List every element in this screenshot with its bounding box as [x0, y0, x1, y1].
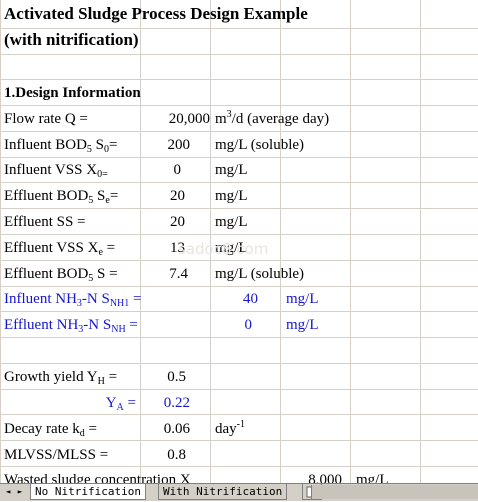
value-effluent-ss[interactable]: 20: [140, 213, 185, 231]
label-ya: YA =: [105, 395, 136, 413]
unit-influent-bod: mg/L (soluble): [215, 137, 305, 153]
unit-wasted-sludge: mg/L: [356, 472, 389, 483]
unit-flow-rate: m3/d (average day): [215, 109, 330, 128]
label-flow-rate: Flow rate Q =: [4, 111, 88, 127]
label-effluent-vss: Effluent VSS Xe =: [4, 240, 116, 258]
tab-scroll-last-icon[interactable]: ►: [14, 485, 26, 499]
unit-effluent-bod: mg/L: [215, 188, 248, 204]
value-growth-yield[interactable]: 0.5: [140, 368, 186, 386]
value-mlvss-mlss[interactable]: 0.8: [140, 446, 186, 464]
value-ya[interactable]: 0.22: [140, 394, 190, 412]
watermark-text: sadoc8.com: [178, 240, 269, 258]
label-influent-bod: Influent BOD5 S0=: [4, 137, 118, 155]
value-influent-bod[interactable]: 200: [140, 136, 191, 154]
spreadsheet-grid[interactable]: Activated Sludge Process Design Example …: [0, 0, 478, 483]
value-effluent-bod-soluble[interactable]: 7.4: [140, 265, 188, 283]
sheet-title: Activated Sludge Process Design Example: [4, 4, 308, 23]
label-influent-vss: Influent VSS X0=: [4, 162, 108, 180]
label-decay-rate: Decay rate kd =: [4, 421, 98, 439]
sheet-subtitle: (with nitrification): [4, 30, 139, 49]
unit-effluent-bod-soluble: mg/L (soluble): [215, 266, 305, 282]
unit-influent-nh3: mg/L: [286, 291, 319, 307]
label-effluent-bod-soluble: Effluent BOD5 S =: [4, 266, 118, 284]
label-effluent-nh3: Effluent NH3-N SNH =: [4, 317, 138, 335]
label-mlvss-mlss: MLVSS/MLSS =: [4, 447, 109, 463]
label-influent-nh3: Influent NH3-N SNH1 =: [4, 291, 142, 309]
label-wasted-sludge: Wasted sludge concentration X: [4, 472, 191, 483]
unit-decay-rate: day-1: [215, 419, 246, 438]
section-design-information: 1.Design Information: [4, 85, 141, 101]
value-effluent-nh3[interactable]: 0: [210, 316, 253, 334]
unit-effluent-nh3: mg/L: [286, 317, 319, 333]
tab-with-nitrification[interactable]: With Nitrification: [158, 484, 288, 500]
label-effluent-bod: Effluent BOD5 Se=: [4, 188, 119, 206]
sheet-tab-bar: ◄ ► No Nitrification With Nitrification: [0, 483, 478, 501]
value-wasted-sludge[interactable]: 8,000: [280, 471, 342, 483]
value-decay-rate[interactable]: 0.06: [140, 420, 190, 438]
unit-effluent-ss: mg/L: [215, 214, 248, 230]
label-growth-yield: Growth yield YH =: [4, 369, 118, 387]
unit-influent-vss: mg/L: [215, 162, 248, 178]
tab-no-nitrification[interactable]: No Nitrification: [30, 484, 146, 500]
value-flow-rate[interactable]: 20,000: [140, 110, 210, 128]
label-effluent-ss: Effluent SS =: [4, 214, 86, 230]
horizontal-scrollbar[interactable]: [311, 485, 478, 499]
tab-scroll-first-icon[interactable]: ◄: [2, 485, 14, 499]
value-influent-nh3[interactable]: 40: [210, 290, 258, 308]
value-effluent-bod[interactable]: 20: [140, 187, 185, 205]
value-influent-vss[interactable]: 0: [140, 161, 182, 179]
